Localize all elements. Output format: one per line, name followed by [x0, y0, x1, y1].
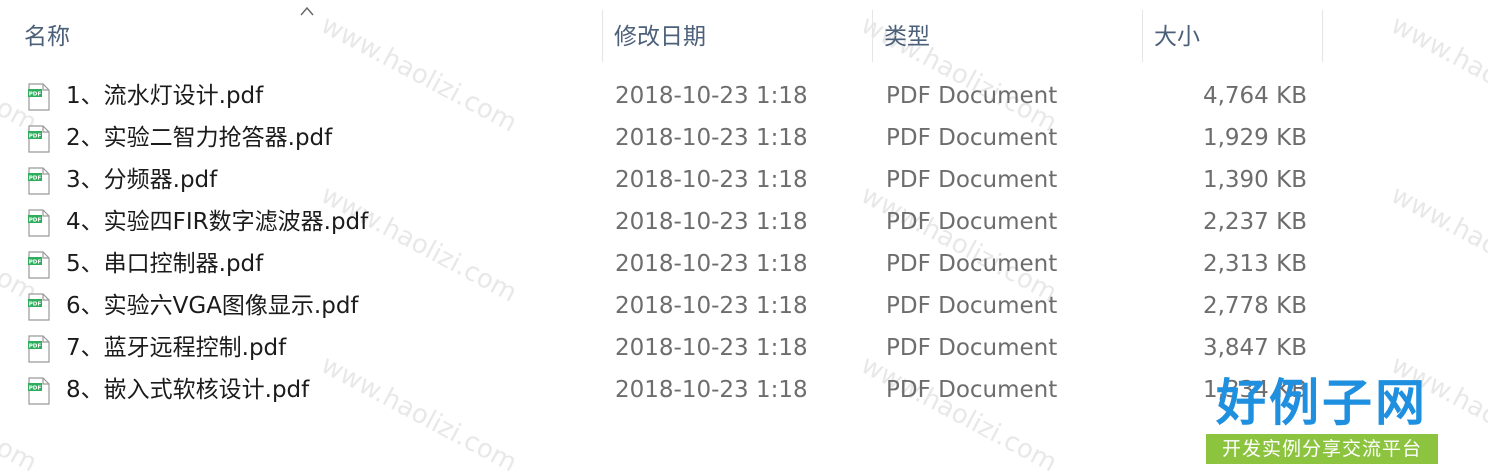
column-header-bar: 名称 修改日期 类型 大小	[0, 0, 1488, 66]
pdf-file-icon: PDF	[28, 83, 50, 111]
pdf-file-icon: PDF	[28, 335, 50, 363]
file-row[interactable]: PDF 6、实验六VGA图像显示.pdf 2018-10-23 1:18 PDF…	[0, 285, 1330, 327]
file-name: 7、蓝牙远程控制.pdf	[66, 335, 287, 361]
pdf-file-icon: PDF	[28, 167, 50, 195]
file-size: 3,847 KB	[1202, 335, 1307, 361]
file-name: 4、实验四FIR数字滤波器.pdf	[66, 209, 369, 235]
svg-text:PDF: PDF	[29, 385, 42, 391]
column-header-size-label: 大小	[1154, 24, 1200, 50]
file-date-modified: 2018-10-23 1:18	[615, 209, 808, 235]
file-name: 1、流水灯设计.pdf	[66, 83, 264, 109]
file-type: PDF Document	[886, 167, 1058, 193]
file-size: 4,764 KB	[1202, 83, 1307, 109]
pdf-file-icon: PDF	[28, 125, 50, 153]
file-date-modified: 2018-10-23 1:18	[615, 125, 808, 151]
file-size: 2,778 KB	[1202, 293, 1307, 319]
column-header-type[interactable]: 类型	[874, 0, 1142, 62]
svg-text:PDF: PDF	[29, 343, 42, 349]
file-size: 2,237 KB	[1202, 209, 1307, 235]
file-name: 6、实验六VGA图像显示.pdf	[66, 293, 359, 319]
file-type: PDF Document	[886, 125, 1058, 151]
svg-text:PDF: PDF	[29, 133, 42, 139]
file-date-modified: 2018-10-23 1:18	[615, 335, 808, 361]
file-row[interactable]: PDF 4、实验四FIR数字滤波器.pdf 2018-10-23 1:18 PD…	[0, 201, 1330, 243]
file-date-modified: 2018-10-23 1:18	[615, 293, 808, 319]
pdf-file-icon: PDF	[28, 293, 50, 321]
svg-text:PDF: PDF	[29, 217, 42, 223]
column-divider[interactable]	[872, 10, 873, 62]
file-name: 2、实验二智力抢答器.pdf	[66, 125, 333, 151]
svg-text:PDF: PDF	[29, 259, 42, 265]
logo-title: 好例子网	[1216, 374, 1428, 432]
file-type: PDF Document	[886, 209, 1058, 235]
column-header-name[interactable]: 名称	[14, 0, 602, 62]
file-row[interactable]: PDF 5、串口控制器.pdf 2018-10-23 1:18 PDF Docu…	[0, 243, 1330, 285]
file-row[interactable]: PDF 7、蓝牙远程控制.pdf 2018-10-23 1:18 PDF Doc…	[0, 327, 1330, 369]
file-row[interactable]: PDF 2、实验二智力抢答器.pdf 2018-10-23 1:18 PDF D…	[0, 117, 1330, 159]
file-date-modified: 2018-10-23 1:18	[615, 167, 808, 193]
file-size: 1,929 KB	[1202, 125, 1307, 151]
file-size: 2,313 KB	[1202, 251, 1307, 277]
file-name: 5、串口控制器.pdf	[66, 251, 264, 277]
column-divider[interactable]	[1142, 10, 1143, 62]
pdf-file-icon: PDF	[28, 377, 50, 405]
column-header-type-label: 类型	[884, 24, 930, 50]
column-divider[interactable]	[1322, 10, 1323, 62]
haolizi-logo: 好例子网 开发实例分享交流平台	[1204, 372, 1440, 466]
file-row[interactable]: PDF 1、流水灯设计.pdf 2018-10-23 1:18 PDF Docu…	[0, 75, 1330, 117]
column-header-name-label: 名称	[24, 24, 70, 50]
file-type: PDF Document	[886, 377, 1058, 403]
svg-text:PDF: PDF	[29, 91, 42, 97]
file-size: 1,390 KB	[1202, 167, 1307, 193]
file-explorer-window: www.haolizi.com www.haolizi.com www.haoliz…	[0, 0, 1488, 474]
watermark-text: www.haolizi.com	[1385, 180, 1488, 309]
file-date-modified: 2018-10-23 1:18	[615, 251, 808, 277]
file-type: PDF Document	[886, 83, 1058, 109]
svg-text:PDF: PDF	[29, 301, 42, 307]
svg-text:PDF: PDF	[29, 175, 42, 181]
pdf-file-icon: PDF	[28, 251, 50, 279]
column-header-date-label: 修改日期	[614, 24, 706, 50]
column-divider[interactable]	[602, 10, 603, 62]
file-date-modified: 2018-10-23 1:18	[615, 83, 808, 109]
file-row[interactable]: PDF 3、分频器.pdf 2018-10-23 1:18 PDF Docume…	[0, 159, 1330, 201]
column-header-date[interactable]: 修改日期	[604, 0, 872, 62]
file-name: 8、嵌入式软核设计.pdf	[66, 377, 310, 403]
file-row[interactable]: PDF 8、嵌入式软核设计.pdf 2018-10-23 1:18 PDF Do…	[0, 369, 1330, 411]
pdf-file-icon: PDF	[28, 209, 50, 237]
logo-tagline: 开发实例分享交流平台	[1206, 434, 1438, 464]
file-date-modified: 2018-10-23 1:18	[615, 377, 808, 403]
file-type: PDF Document	[886, 293, 1058, 319]
file-type: PDF Document	[886, 335, 1058, 361]
file-type: PDF Document	[886, 251, 1058, 277]
column-header-size[interactable]: 大小	[1144, 0, 1322, 62]
file-name: 3、分频器.pdf	[66, 167, 218, 193]
